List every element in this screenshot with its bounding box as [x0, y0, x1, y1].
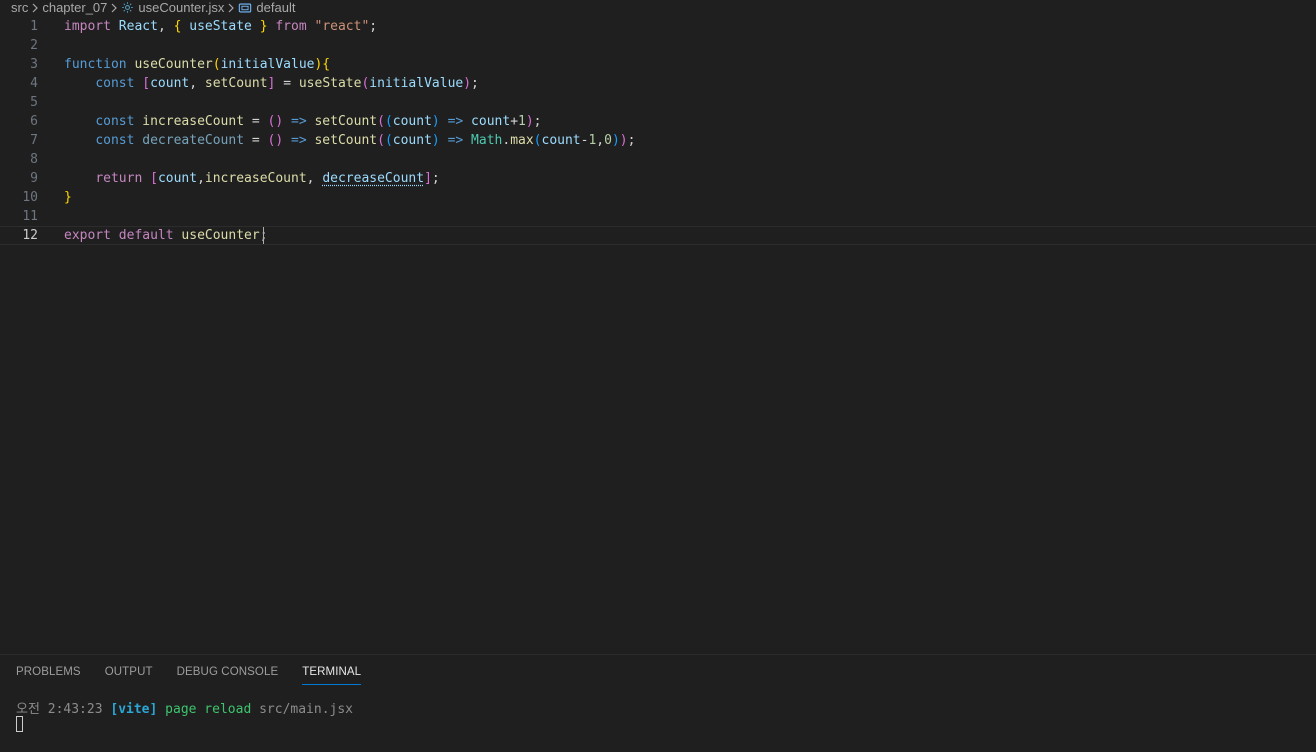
breadcrumb-item-file[interactable]: useCounter.jsx: [121, 0, 224, 15]
chevron-right-icon: [109, 0, 119, 15]
chevron-right-icon: [30, 0, 40, 15]
code-line: 5: [0, 93, 1316, 112]
code-text: }: [64, 190, 72, 205]
code-editor[interactable]: 1 import React, { useState } from "react…: [0, 17, 1316, 654]
gear-icon: [121, 1, 134, 14]
code-text: return [count,increaseCount, decreaseCou…: [95, 171, 440, 186]
text-cursor: [263, 227, 264, 244]
terminal-message: page reload: [165, 702, 252, 717]
code-line: 9 return [count,increaseCount, decreaseC…: [0, 169, 1316, 188]
terminal-time-prefix: 오전: [16, 702, 40, 717]
terminal-output-line: 오전 2:43:23 [vite] page reload src/main.j…: [16, 700, 353, 719]
line-number: 4: [30, 76, 38, 91]
code-line: 10 }: [0, 188, 1316, 207]
code-text: import React, { useState } from "react";: [64, 19, 378, 34]
code-line: 8: [0, 150, 1316, 169]
code-text: function useCounter(initialValue){: [64, 57, 331, 72]
code-line: 3 function useCounter(initialValue){: [0, 55, 1316, 74]
code-line: 11: [0, 207, 1316, 226]
breadcrumb: src chapter_07 useCounter.jsx default: [0, 0, 1316, 15]
line-number: 10: [22, 190, 38, 205]
code-line-active: 12 export default useCounter;: [0, 226, 1316, 245]
tab-problems[interactable]: PROBLEMS: [16, 655, 81, 689]
line-number: 1: [30, 19, 38, 34]
code-line: 1 import React, { useState } from "react…: [0, 17, 1316, 36]
line-number: 12: [22, 228, 38, 243]
code-text: const decreateCount = () => setCount((co…: [95, 133, 636, 148]
tab-debug-console[interactable]: DEBUG CONSOLE: [177, 655, 279, 689]
terminal-tag: [vite]: [110, 702, 158, 717]
tab-terminal[interactable]: TERMINAL: [302, 655, 362, 689]
code-line: 6 const increaseCount = () => setCount((…: [0, 112, 1316, 131]
line-number: 3: [30, 57, 38, 72]
breadcrumb-item-symbol[interactable]: default: [238, 0, 295, 15]
line-number: 9: [30, 171, 38, 186]
breadcrumb-item-chapter[interactable]: chapter_07: [42, 0, 107, 15]
breadcrumb-item-src[interactable]: src: [11, 0, 28, 15]
line-number: 6: [30, 114, 38, 129]
code-text: const increaseCount = () => setCount((co…: [95, 114, 542, 129]
code-line: 4 const [count, setCount] = useState(ini…: [0, 74, 1316, 93]
bottom-panel: PROBLEMS OUTPUT DEBUG CONSOLE TERMINAL 오…: [0, 654, 1316, 752]
terminal-time: 2:43:23: [47, 702, 103, 717]
chevron-right-icon: [226, 0, 236, 15]
code-text: export default useCounter;: [64, 228, 268, 243]
code-line: 2: [0, 36, 1316, 55]
line-number: 2: [30, 38, 38, 53]
terminal-cursor[interactable]: [16, 716, 23, 732]
line-number: 11: [22, 209, 38, 224]
terminal-path: src/main.jsx: [259, 702, 354, 717]
panel-tabs: PROBLEMS OUTPUT DEBUG CONSOLE TERMINAL: [16, 655, 362, 689]
code-line: 7 const decreateCount = () => setCount((…: [0, 131, 1316, 150]
line-number: 7: [30, 133, 38, 148]
line-number: 8: [30, 152, 38, 167]
line-number: 5: [30, 95, 38, 110]
symbol-variable-icon: [238, 2, 252, 14]
tab-output[interactable]: OUTPUT: [105, 655, 153, 689]
code-text: const [count, setCount] = useState(initi…: [95, 76, 479, 91]
